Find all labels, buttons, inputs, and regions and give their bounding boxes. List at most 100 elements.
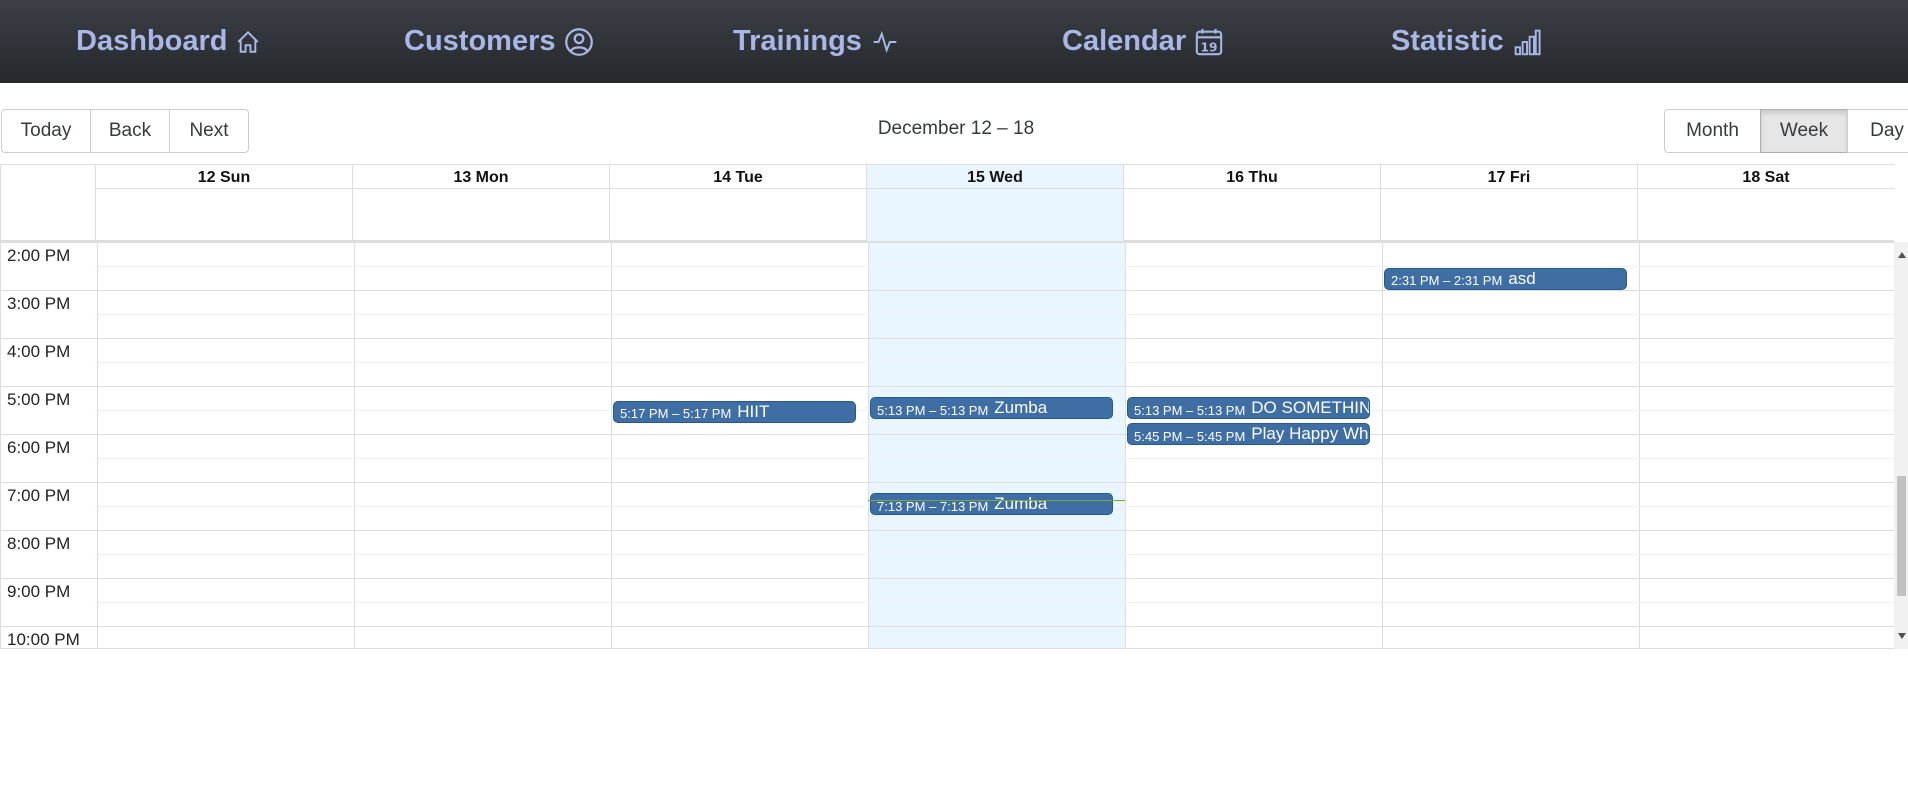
all-day-slot[interactable]: [96, 188, 352, 241]
day-column[interactable]: [354, 242, 611, 648]
event-title: asd: [1508, 268, 1536, 288]
hour-line: [95, 482, 1894, 483]
day-header[interactable]: 12 Sun: [95, 165, 352, 241]
current-time-indicator: [868, 500, 1125, 501]
gutter-hour-line: [0, 530, 95, 531]
event-time: 5:45 PM – 5:45 PM: [1134, 428, 1246, 444]
gutter-hour-line: [0, 242, 95, 243]
all-day-slot[interactable]: [1638, 188, 1894, 241]
nav-customers[interactable]: Customers: [404, 0, 594, 83]
day-header-label: 12 Sun: [197, 169, 251, 186]
navigation-button-group: Today Back Next: [1, 109, 249, 153]
day-column[interactable]: [1125, 242, 1382, 648]
half-hour-line: [95, 266, 1894, 267]
all-day-slot[interactable]: [1381, 188, 1637, 241]
next-button[interactable]: Next: [169, 109, 249, 153]
hour-line: [95, 434, 1894, 435]
gutter-hour-line: [0, 434, 95, 435]
event-title: Zumba: [994, 398, 1048, 418]
month-view-button[interactable]: Month: [1664, 109, 1761, 153]
bar-chart-icon: [1514, 29, 1541, 55]
event-title: Zumba: [994, 494, 1048, 514]
day-header[interactable]: 14 Tue: [609, 165, 866, 241]
calendar-date-icon: 19: [1195, 28, 1223, 55]
gutter-hour-line: [0, 578, 95, 579]
all-day-slot[interactable]: [610, 188, 866, 241]
day-header-label: 16 Thu: [1226, 169, 1278, 186]
calendar-event[interactable]: 5:13 PM – 5:13 PM DO SOMETHING: [1127, 397, 1370, 420]
event-time: 5:13 PM – 5:13 PM: [1134, 402, 1246, 418]
header-gutter: [0, 165, 95, 243]
day-header[interactable]: 17 Fri: [1380, 165, 1637, 241]
hour-line: [95, 530, 1894, 531]
week-calendar: 12 Sun 13 Mon 14 Tue 15 Wed 16 Thu 17 Fri 18 S…: [0, 164, 1908, 649]
nav-dashboard[interactable]: Dashboard: [76, 0, 261, 83]
day-header[interactable]: 15 Wed: [866, 165, 1123, 241]
hour-line: [95, 578, 1894, 579]
all-day-slot[interactable]: [1124, 188, 1380, 241]
top-navbar: Dashboard Customers Trainings Calendar 1…: [0, 0, 1908, 83]
time-label: 4:00 PM: [7, 342, 71, 361]
calendar-event[interactable]: 5:13 PM – 5:13 PM Zumba: [870, 397, 1113, 420]
scroll-thumb[interactable]: [1897, 476, 1906, 596]
gutter-hour-line: [0, 386, 95, 387]
person-circle-icon: [564, 27, 593, 56]
house-icon: [238, 30, 259, 53]
time-grid-scrollbar[interactable]: [1894, 242, 1908, 649]
day-column[interactable]: [611, 242, 868, 648]
calendar-event[interactable]: 2:31 PM – 2:31 PM asd: [1384, 267, 1627, 290]
date-range-label: December 12 – 18: [877, 118, 1035, 139]
time-label: 5:00 PM: [7, 390, 71, 409]
calendar-icon-day: 19: [1201, 40, 1218, 54]
time-label: 7:00 PM: [7, 486, 71, 505]
day-header-label: 17 Fri: [1487, 169, 1531, 186]
day-column[interactable]: [1382, 242, 1639, 648]
calendar-event[interactable]: 5:45 PM – 5:45 PM Play Happy Wheels: [1127, 423, 1370, 445]
half-hour-line: [95, 554, 1894, 555]
gutter-hour-line: [0, 626, 95, 627]
day-header-label: 15 Wed: [967, 169, 1023, 186]
today-button[interactable]: Today: [1, 109, 91, 153]
week-view-button[interactable]: Week: [1760, 109, 1848, 153]
hour-line: [95, 386, 1894, 387]
half-hour-line: [95, 458, 1894, 459]
nav-calendar[interactable]: Calendar 19: [1062, 0, 1224, 83]
time-grid[interactable]: 2:00 PM 3:00 PM 4:00 PM 5:00 PM 6:00 PM 7:00 …: [0, 242, 1894, 649]
day-header-label: 14 Tue: [713, 169, 763, 186]
day-column[interactable]: [1639, 242, 1894, 648]
gutter-hour-line: [0, 290, 95, 291]
event-title: Play Happy Wheels: [1251, 424, 1369, 443]
time-label: 9:00 PM: [7, 582, 71, 601]
gutter-hour-line: [0, 482, 95, 483]
all-day-slot[interactable]: [353, 188, 609, 241]
scroll-down-arrow[interactable]: [1898, 633, 1906, 639]
day-header[interactable]: 16 Thu: [1123, 165, 1380, 241]
calendar-event[interactable]: 5:17 PM – 5:17 PM HIIT: [613, 400, 856, 423]
time-label: 8:00 PM: [7, 534, 71, 553]
day-column[interactable]: [868, 242, 1125, 648]
event-title: DO SOMETHING: [1251, 398, 1369, 418]
time-label: 10:00 PM: [7, 630, 80, 649]
hour-line: [95, 242, 1894, 243]
nav-trainings[interactable]: Trainings: [733, 0, 900, 83]
day-view-button[interactable]: Day: [1847, 109, 1908, 153]
day-header[interactable]: 18 Sat: [1637, 165, 1894, 241]
event-time: 5:17 PM – 5:17 PM: [620, 406, 732, 422]
event-time: 5:13 PM – 5:13 PM: [877, 402, 989, 418]
nav-statistic[interactable]: Statistic: [1391, 0, 1542, 83]
day-column[interactable]: [97, 242, 354, 648]
time-label: 2:00 PM: [7, 246, 71, 265]
all-day-slot[interactable]: [867, 188, 1123, 241]
half-hour-line: [95, 314, 1894, 315]
event-title: HIIT: [737, 401, 770, 421]
event-time: 2:31 PM – 2:31 PM: [1391, 273, 1503, 289]
scroll-up-arrow[interactable]: [1898, 252, 1906, 258]
event-time: 7:13 PM – 7:13 PM: [877, 498, 989, 514]
nav-statistic-label: Statistic: [1391, 25, 1504, 57]
day-header-label: 18 Sat: [1742, 169, 1790, 186]
calendar-event[interactable]: 7:13 PM – 7:13 PM Zumba: [870, 493, 1113, 516]
back-button[interactable]: Back: [90, 109, 170, 153]
day-header-row: 12 Sun 13 Mon 14 Tue 15 Wed 16 Thu 17 Fri 18 S…: [0, 164, 1894, 243]
day-header[interactable]: 13 Mon: [352, 165, 609, 241]
gutter-hour-line: [0, 338, 95, 339]
